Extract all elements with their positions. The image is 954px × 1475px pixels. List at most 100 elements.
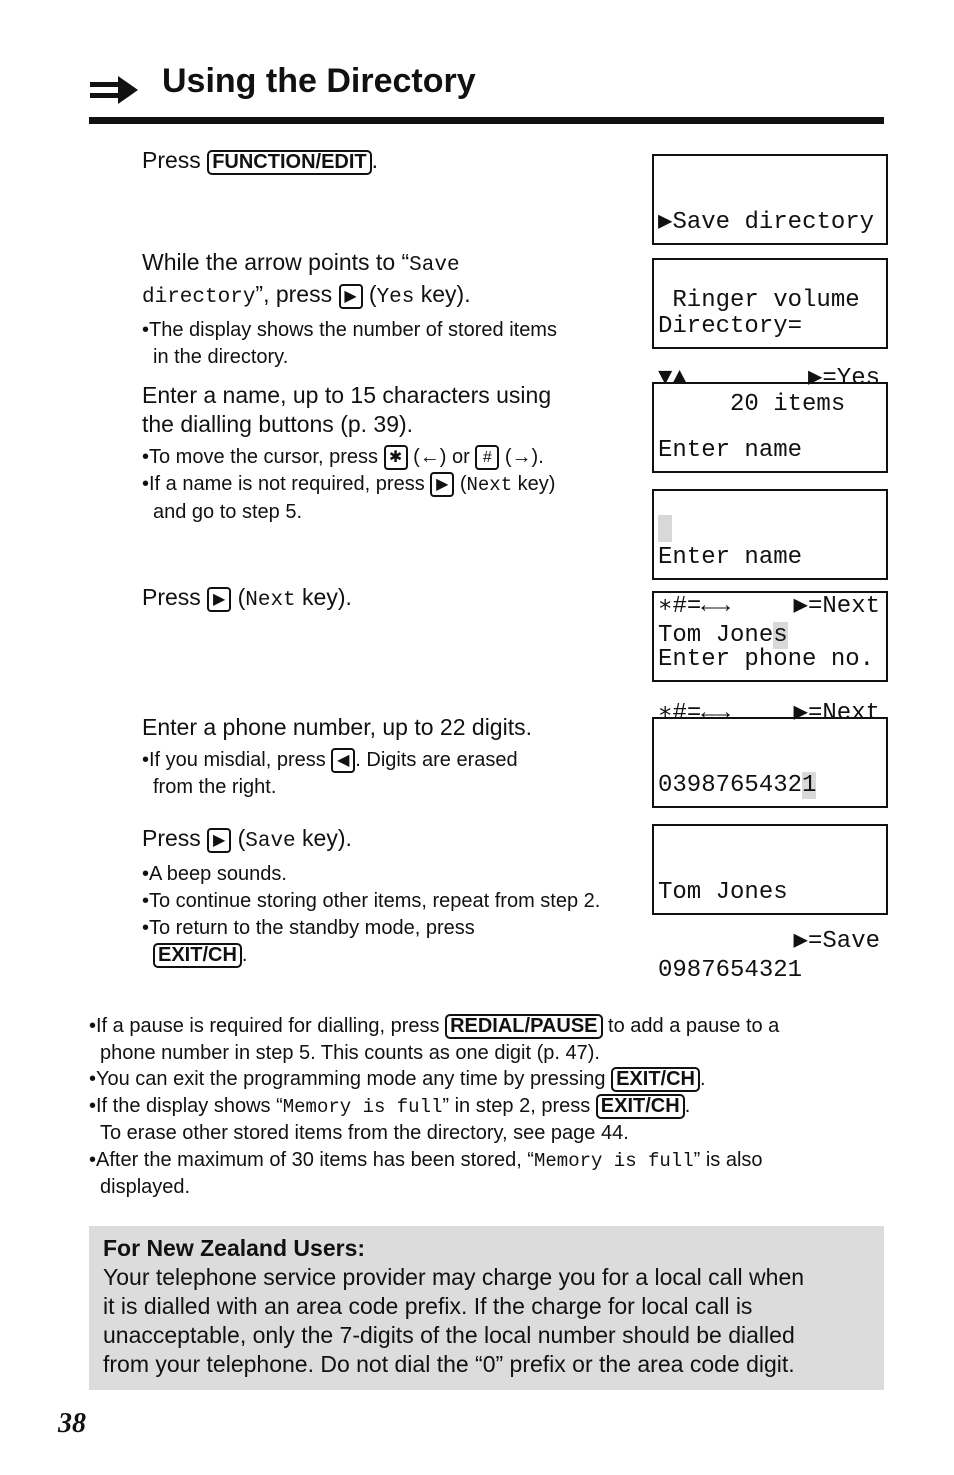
lcd-line: 0987654321 <box>658 957 803 984</box>
step-text: ( <box>362 281 377 307</box>
step-text: the dialling buttons (p. 39). <box>142 411 414 437</box>
page-number: 38 <box>58 1408 86 1439</box>
lcd-line: Enter phone no. <box>658 646 875 673</box>
step-text: key). <box>414 281 471 307</box>
note-text: phone number in step 5. This counts as o… <box>100 1041 600 1064</box>
step-text: . <box>371 147 379 173</box>
note-text: ” in step 2, press <box>442 1094 596 1117</box>
note-text: •After the maximum of 30 items has been … <box>89 1148 534 1171</box>
bullet: •The display shows the number of stored … <box>142 319 557 341</box>
bullet: •If you misdial, press ◀. Digits are era… <box>142 747 622 774</box>
bullet-text: (→). <box>499 446 544 468</box>
lcd-display-7: Tom Jones 0987654321 <box>652 824 888 984</box>
bullet: •A beep sounds. <box>142 863 287 885</box>
hash-key-icon: # <box>475 445 500 470</box>
page-title: Using the Directory <box>162 62 476 100</box>
notice-text: Your telephone service provider may char… <box>103 1264 805 1290</box>
star-key-icon: ✱ <box>383 445 408 470</box>
bullet: •To move the cursor, press ✱ (←) or # (→… <box>142 444 622 471</box>
step-4: Press ▶ (Next key). <box>142 583 352 615</box>
step-text: key). <box>295 825 352 851</box>
step-6: Press ▶ (Save key). •A beep sounds. •To … <box>142 824 642 969</box>
note-text: to add a pause to a <box>602 1015 780 1037</box>
step-text: ( <box>231 584 246 610</box>
step-text: Press <box>142 584 208 610</box>
bullet-text: •If a name is not required, press <box>142 473 431 495</box>
cursor: 1 <box>802 772 817 799</box>
bullet-cont: in the directory. <box>153 346 289 368</box>
exit-ch-key: EXIT/CH <box>153 943 242 968</box>
bullet-text: . <box>241 944 248 966</box>
lcd-line: Tom Jones <box>658 879 788 906</box>
bullet: •If a name is not required, press ▶ (Nex… <box>142 471 622 499</box>
function-edit-key: FUNCTION/EDIT <box>207 150 372 175</box>
step-3: Enter a name, up to 15 characters using … <box>142 381 622 526</box>
redial-pause-key: REDIAL/PAUSE <box>445 1014 603 1039</box>
step-1: Press FUNCTION/EDIT. <box>142 146 378 175</box>
left-key-icon: ◀ <box>331 748 356 773</box>
exit-ch-key: EXIT/CH <box>595 1093 685 1119</box>
lcd-line: Directory= <box>658 313 803 340</box>
bullet-text: key) <box>512 473 556 495</box>
right-key-icon: ▶ <box>430 472 455 497</box>
notice-heading: For New Zealand Users: <box>103 1235 366 1261</box>
note-text: . <box>700 1068 706 1090</box>
lcd-line: Enter name <box>658 544 803 571</box>
step-5: Enter a phone number, up to 22 digits. •… <box>142 713 622 801</box>
step-text: While the arrow points to “ <box>142 249 410 275</box>
bullet-cont: from the right. <box>153 776 277 798</box>
mono-text: Save <box>409 254 460 277</box>
step-text: Press <box>142 825 208 851</box>
notice-text: from your telephone. Do not dial the “0”… <box>103 1351 795 1377</box>
bullet: •To return to the standby mode, press <box>142 917 475 939</box>
lcd-display-3: Enter name ∗#=←→ ▶=Next <box>652 382 888 620</box>
exit-ch-key: EXIT/CH <box>611 1067 700 1092</box>
mono-text: directory <box>142 286 256 309</box>
title-rule <box>89 117 884 124</box>
step-text: ”, press <box>255 281 339 307</box>
mono-text: Yes <box>376 286 415 309</box>
step-text: Press <box>142 147 208 173</box>
right-key-icon: ▶ <box>338 284 363 309</box>
bullet-text: •To move the cursor, press <box>142 446 384 468</box>
notes: •If a pause is required for dialling, pr… <box>89 1013 879 1201</box>
step-text: key). <box>295 584 352 610</box>
right-key-icon: ▶ <box>207 587 232 612</box>
mono-text: Memory is full <box>533 1149 694 1172</box>
bullet-text: ( <box>454 473 467 495</box>
notice-text: it is dialled with an area code prefix. … <box>103 1293 753 1319</box>
mono-text: Save <box>245 830 296 853</box>
bullet: •To continue storing other items, repeat… <box>142 890 601 912</box>
mono-text: Memory is full <box>282 1095 443 1118</box>
bullet-text: •If you misdial, press <box>142 749 332 771</box>
lcd-display-4: Enter name Tom Jones ∗#=←→ ▶=Next <box>652 489 888 727</box>
note-text: displayed. <box>100 1176 191 1198</box>
mono-text: Next <box>245 589 296 612</box>
bullet-cont: and go to step 5. <box>153 501 303 523</box>
lcd-display-1: ▶Save directory Ringer volume ▼▲ ▶=Yes <box>652 154 888 392</box>
note-text: To erase other stored items from the dir… <box>100 1122 629 1144</box>
step-text: ( <box>231 825 246 851</box>
right-key-icon: ▶ <box>207 828 232 853</box>
step-text: Enter a phone number, up to 22 digits. <box>142 714 532 740</box>
lcd-display-6: 03987654321 ▶=Save <box>652 717 888 955</box>
notice-text: unacceptable, only the 7-digits of the l… <box>103 1322 795 1348</box>
note-text: •You can exit the programming mode any t… <box>89 1068 612 1090</box>
mono-text: Next <box>466 474 513 496</box>
lcd-display-2: Directory= 20 items <box>652 258 888 418</box>
manual-page: Using the Directory Press FUNCTION/EDIT.… <box>0 0 954 1475</box>
note-text: ” is also <box>693 1148 763 1171</box>
note-text: •If the display shows “ <box>89 1094 283 1117</box>
right-arrow-icon <box>90 76 138 104</box>
bullet-text: (←) or <box>407 446 476 468</box>
note-text: •If a pause is required for dialling, pr… <box>89 1015 446 1037</box>
step-2: While the arrow points to “Save director… <box>142 248 622 371</box>
lcd-line: 0398765432 <box>658 772 803 799</box>
lcd-line: ▶Save directory <box>658 209 875 236</box>
note-text: . <box>684 1094 691 1117</box>
bullet-text: . Digits are erased <box>355 749 518 771</box>
lcd-line: Enter name <box>658 437 803 464</box>
new-zealand-notice: For New Zealand Users: Your telephone se… <box>89 1226 884 1390</box>
step-text: Enter a name, up to 15 characters using <box>142 382 552 408</box>
lcd-display-5: Enter phone no. <box>652 591 888 682</box>
